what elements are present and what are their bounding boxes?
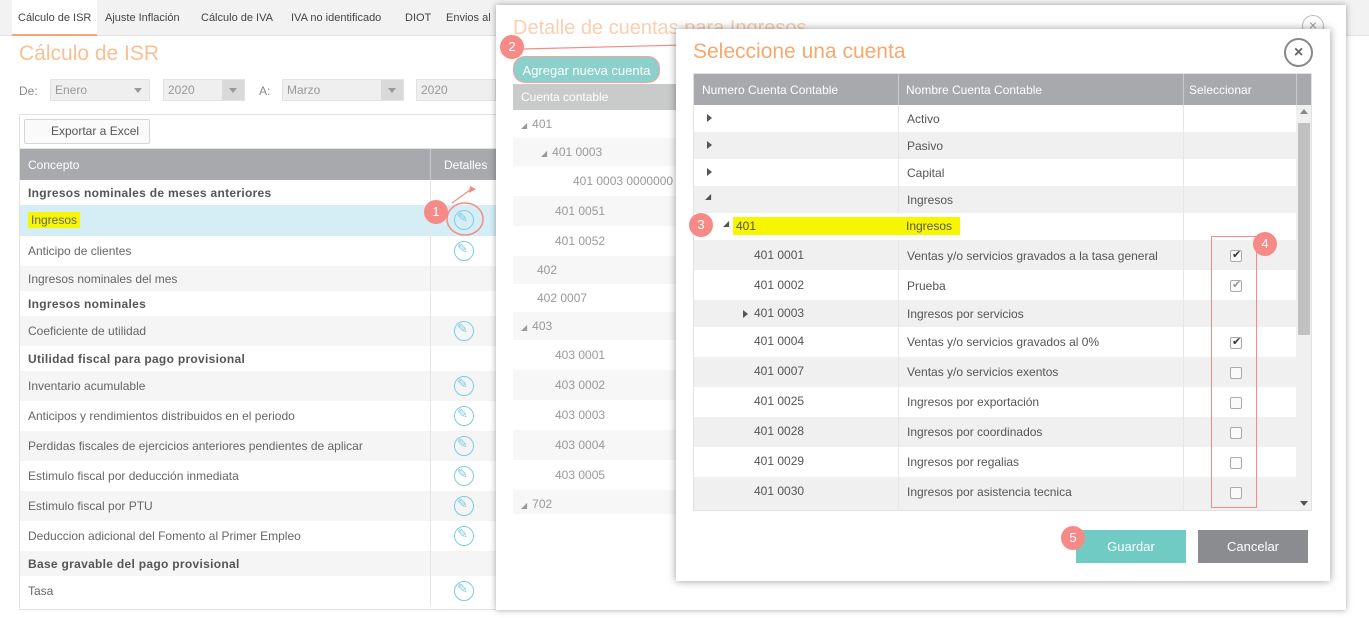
- accounts-grid-header: Numero Cuenta Contable Nombre Cuenta Con…: [694, 74, 1311, 105]
- tree-row-401[interactable]: ◢ 401 Ingresos: [694, 213, 1296, 240]
- account-row[interactable]: 401 0030 Ingresos por asistencia tecnica: [694, 477, 1296, 510]
- collapse-arrow-icon[interactable]: ◢: [705, 192, 711, 201]
- account-row[interactable]: 401 0007 Ventas y/o servicios exentos: [694, 357, 1296, 387]
- close-icon[interactable]: ×: [1284, 38, 1313, 67]
- cancel-button[interactable]: Cancelar: [1198, 530, 1308, 563]
- save-button[interactable]: Guardar: [1076, 530, 1186, 563]
- select-account-modal: Seleccione una cuenta × Numero Cuenta Co…: [676, 29, 1330, 581]
- account-row[interactable]: 401 0003 Ingresos por servicios: [694, 300, 1296, 327]
- expand-arrow-icon[interactable]: [707, 168, 712, 176]
- scroll-up-icon[interactable]: [1300, 109, 1308, 114]
- collapse-arrow-icon[interactable]: ◢: [723, 219, 729, 228]
- account-row[interactable]: 401 0028 Ingresos por coordinados: [694, 417, 1296, 447]
- account-row[interactable]: 401 0025 Ingresos por exportación: [694, 387, 1296, 417]
- scroll-down-icon[interactable]: [1300, 501, 1308, 506]
- account-row[interactable]: 401 0029 Ingresos por regalias: [694, 447, 1296, 477]
- tree-row-capital[interactable]: Capital: [694, 159, 1296, 186]
- account-number: 401: [733, 217, 899, 235]
- expand-arrow-icon[interactable]: [743, 310, 748, 318]
- selection-highlight-box: [1211, 236, 1257, 508]
- step-badge-3: 3: [689, 213, 713, 237]
- expand-arrow-icon[interactable]: [707, 141, 712, 149]
- vertical-scrollbar[interactable]: [1296, 105, 1311, 510]
- step-badge-5: 5: [1061, 526, 1085, 550]
- step-badge-4: 4: [1253, 232, 1277, 256]
- account-name: Ingresos: [898, 217, 961, 235]
- col-seleccionar: Seleccionar: [1189, 83, 1252, 97]
- account-row[interactable]: 401 0004 Ventas y/o servicios gravados a…: [694, 327, 1296, 357]
- select-modal-title: Seleccione una cuenta: [693, 40, 906, 63]
- tree-row-pasivo[interactable]: Pasivo: [694, 132, 1296, 159]
- tree-row-activo[interactable]: Activo: [694, 105, 1296, 132]
- account-row[interactable]: 401 0002 Prueba: [694, 270, 1296, 300]
- expand-arrow-icon[interactable]: [707, 114, 712, 122]
- account-row[interactable]: 401 0001 Ventas y/o servicios gravados a…: [694, 240, 1296, 270]
- col-nombre: Nombre Cuenta Contable: [906, 83, 1043, 97]
- tree-row-ingresos[interactable]: ◢ Ingresos: [694, 186, 1296, 213]
- col-numero: Numero Cuenta Contable: [702, 83, 839, 97]
- scroll-thumb[interactable]: [1298, 123, 1310, 335]
